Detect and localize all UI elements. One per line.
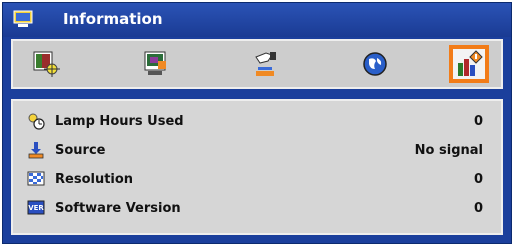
options-globe-icon — [363, 52, 387, 76]
image-settings-icon — [33, 51, 60, 77]
tab-setup[interactable] — [245, 45, 285, 83]
tab-display[interactable] — [137, 45, 177, 83]
info-label: Software Version — [55, 201, 181, 216]
menu-tab-bar — [11, 39, 503, 89]
info-value: 0 — [473, 201, 483, 216]
info-row-resolution: Resolution 0 — [13, 167, 501, 193]
tab-information[interactable] — [449, 45, 489, 83]
info-row-software-version: VER Software Version 0 — [13, 196, 501, 222]
version-badge-icon: VER — [27, 200, 45, 215]
info-value: 0 — [473, 172, 483, 187]
info-value: No signal — [414, 143, 483, 158]
tab-image-settings[interactable] — [27, 45, 67, 83]
setup-hand-icon — [255, 52, 276, 76]
lamp-clock-icon — [28, 113, 45, 130]
display-screen-icon — [144, 51, 166, 75]
source-input-icon — [28, 142, 44, 159]
tab-options[interactable] — [355, 45, 395, 83]
info-label: Resolution — [55, 172, 134, 187]
information-chart-icon — [458, 50, 483, 76]
resolution-grid-icon — [27, 171, 45, 186]
info-value: 0 — [473, 114, 483, 129]
settings-monitor-icon — [13, 10, 33, 27]
svg-text:VER: VER — [28, 204, 44, 212]
info-label: Source — [55, 143, 106, 158]
info-row-source: Source No signal — [13, 138, 501, 164]
title-bar: Information — [3, 3, 511, 37]
info-label: Lamp Hours Used — [55, 114, 184, 129]
osd-menu: Information Lamp Hours Used 0 Source No … — [2, 2, 512, 244]
info-row-lamp-hours: Lamp Hours Used 0 — [13, 109, 501, 135]
page-title: Information — [63, 10, 163, 28]
information-panel: Lamp Hours Used 0 Source No signal Resol… — [11, 99, 503, 235]
